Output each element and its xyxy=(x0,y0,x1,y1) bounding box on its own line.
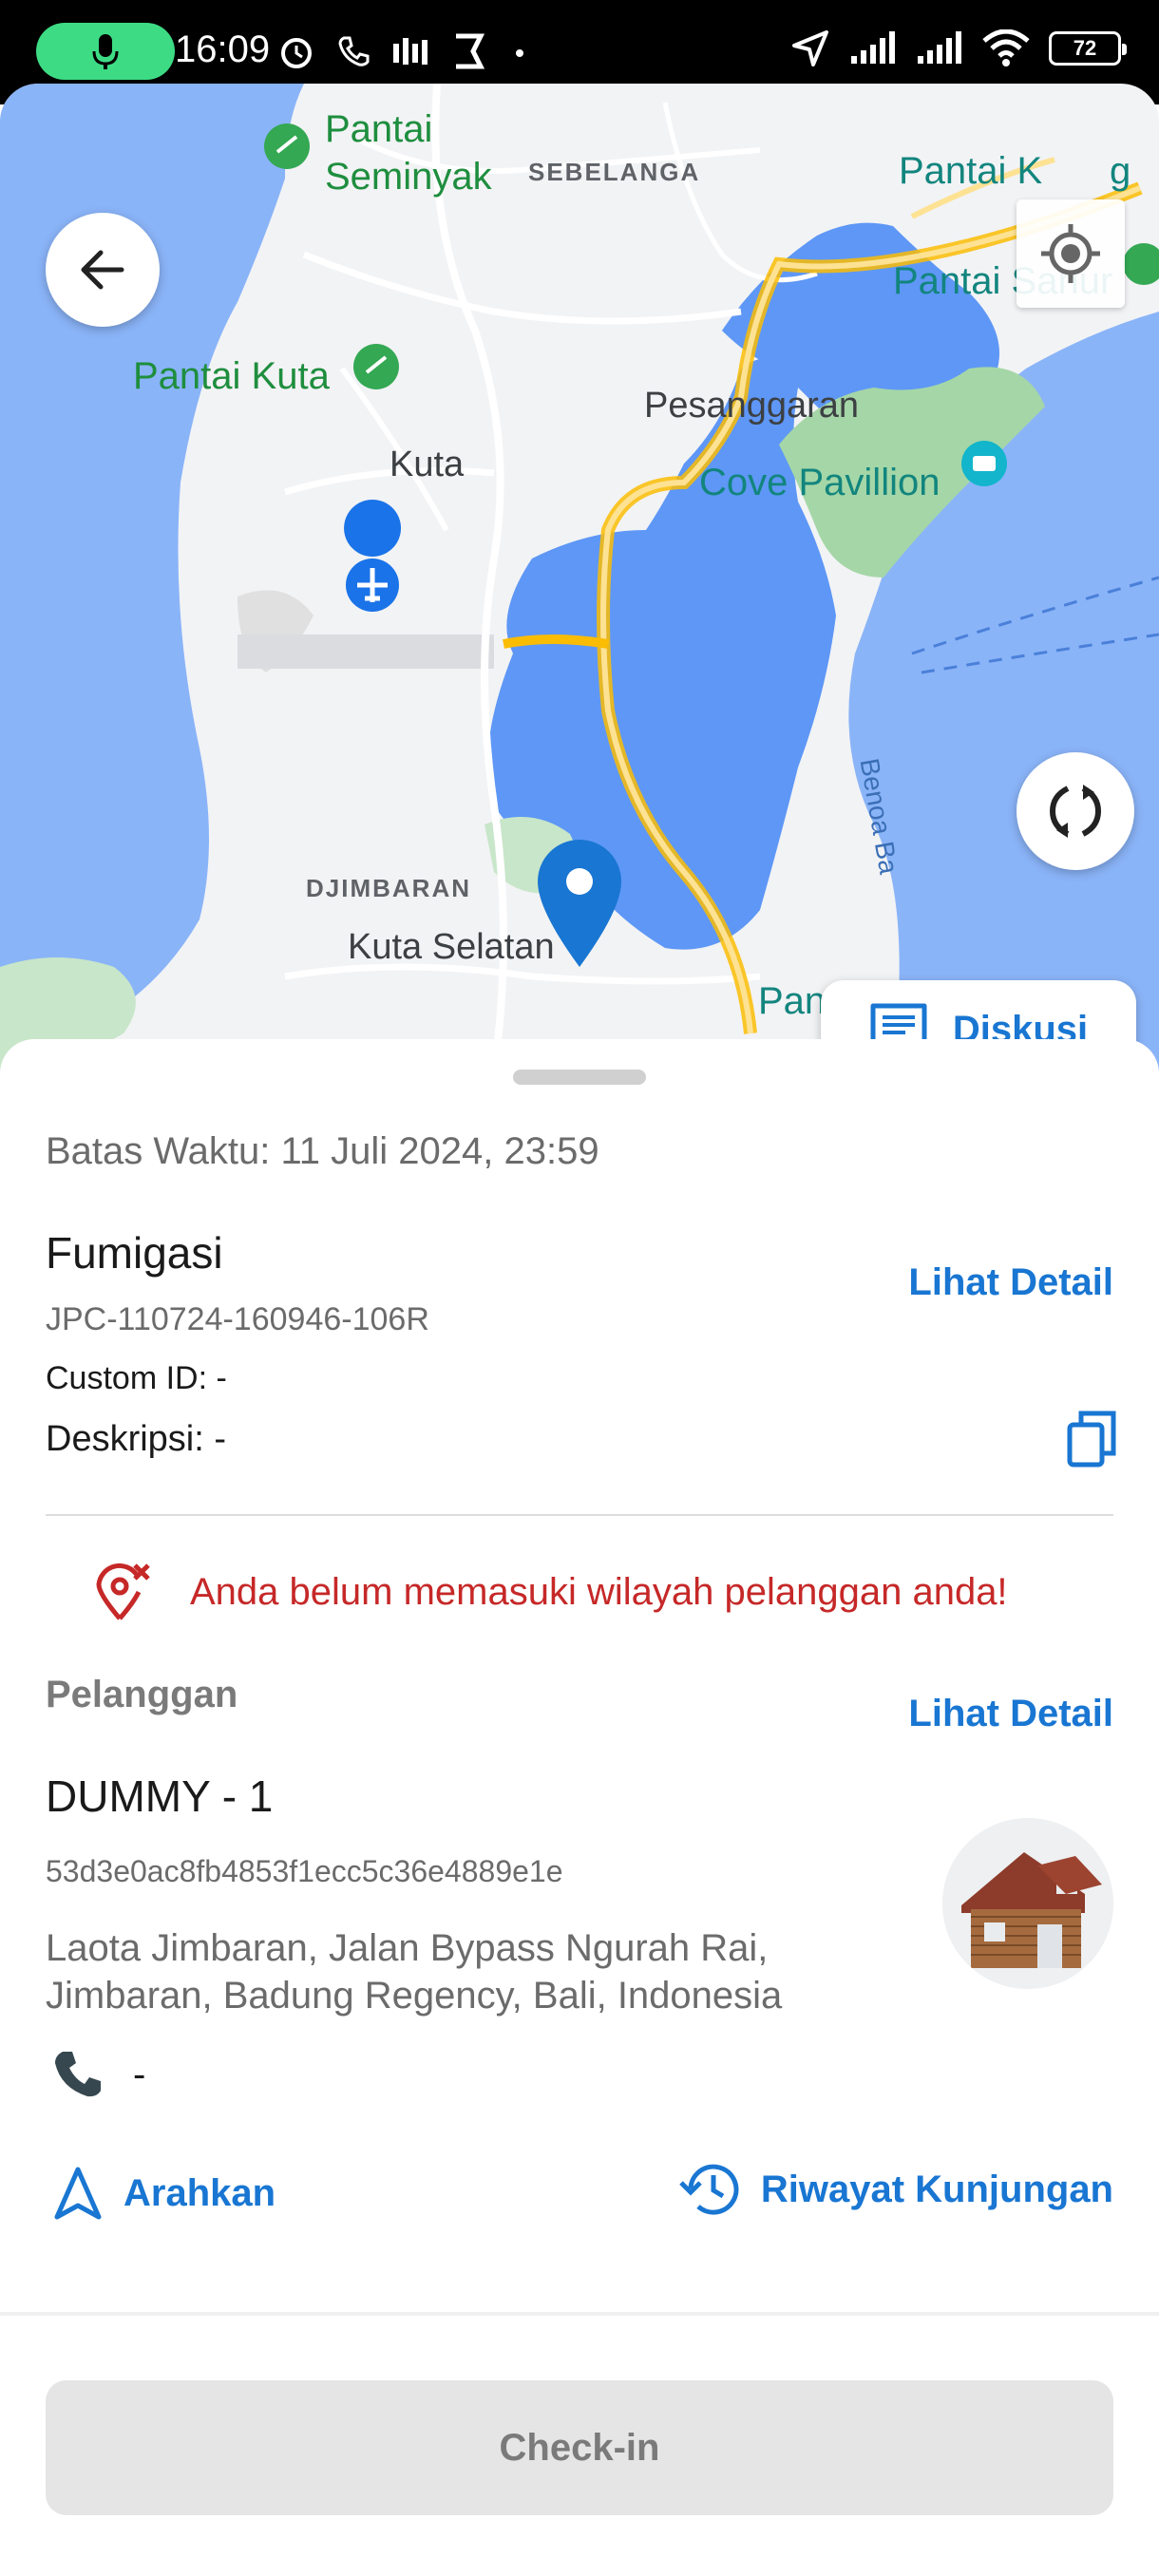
beach-pin-icon[interactable] xyxy=(264,123,310,169)
map-label: g xyxy=(1110,150,1131,192)
divider xyxy=(46,1514,1113,1516)
phone-number: - xyxy=(133,2053,146,2095)
beach-pin-icon[interactable] xyxy=(1123,243,1159,285)
my-location-button[interactable] xyxy=(1016,199,1125,308)
customer-id: 53d3e0ac8fb4853f1ecc5c36e4889e1e xyxy=(46,1854,563,1888)
phone-call-icon xyxy=(338,36,370,66)
copy-button[interactable] xyxy=(1066,1410,1117,1473)
beach-pin-icon[interactable] xyxy=(353,344,399,389)
deadline-text: Batas Waktu: 11 Juli 2024, 23:59 xyxy=(46,1130,599,1172)
status-time: 16:09 xyxy=(175,28,271,70)
map-view[interactable]: Pantai Seminyak SEBELANGA Pantai Kuta Ku… xyxy=(0,84,1159,1071)
task-code: JPC-110724-160946-106R xyxy=(46,1301,429,1337)
map-label: DJIMBARAN xyxy=(306,874,471,902)
history-icon xyxy=(679,2164,739,2215)
location-arrow-icon xyxy=(792,30,828,66)
phone-row[interactable]: - xyxy=(49,2046,145,2103)
sheet-drag-handle[interactable] xyxy=(513,1070,646,1085)
refresh-button[interactable] xyxy=(1016,752,1134,870)
description: Deskripsi: - xyxy=(46,1419,227,1459)
warning-text: Anda belum memasuki wilayah pelanggan an… xyxy=(190,1570,1008,1613)
map-label: Cove Pavillion xyxy=(699,462,940,503)
customer-section-label: Pelanggan xyxy=(46,1674,238,1715)
camera-pin-icon[interactable] xyxy=(961,441,1007,486)
notification-icon xyxy=(456,33,484,69)
refresh-icon xyxy=(1049,785,1102,838)
battery-icon: 72 xyxy=(1049,31,1127,66)
map-label: Pantai Kuta xyxy=(133,355,330,397)
visit-history-label: Riwayat Kunjungan xyxy=(760,2168,1113,2210)
custom-id: Custom ID: - xyxy=(46,1360,227,1396)
airport-pin-icon[interactable] xyxy=(344,500,402,616)
map-label: Pantai K xyxy=(899,150,1043,192)
navigation-icon xyxy=(54,2167,102,2220)
phone-icon xyxy=(55,2052,101,2097)
mic-indicator xyxy=(36,23,175,80)
map-label: SEBELANGA xyxy=(528,158,701,186)
task-title: Fumigasi xyxy=(46,1228,223,1278)
map-canvas[interactable] xyxy=(0,84,1159,1071)
signal-icon xyxy=(851,31,895,64)
divider xyxy=(0,2312,1159,2316)
customer-avatar xyxy=(942,1818,1113,1989)
dot-icon xyxy=(516,49,523,57)
customer-name: DUMMY - 1 xyxy=(46,1771,274,1821)
map-label: Kuta Selatan xyxy=(348,927,555,967)
visit-history-button[interactable]: Riwayat Kunjungan xyxy=(677,2160,1113,2219)
wifi-icon xyxy=(982,29,1030,66)
customer-detail-link[interactable]: Lihat Detail xyxy=(908,1693,1113,1735)
map-label: Kuta xyxy=(390,445,465,484)
directions-button[interactable]: Arahkan xyxy=(53,2166,276,2221)
location-off-icon xyxy=(96,1563,150,1620)
arrow-left-icon xyxy=(81,250,124,290)
alarm-icon xyxy=(281,38,312,68)
house-image xyxy=(942,1818,1113,1989)
back-button[interactable] xyxy=(46,213,160,327)
checkin-button[interactable]: Check-in xyxy=(46,2380,1113,2515)
task-detail-sheet: Batas Waktu: 11 Juli 2024, 23:59 Fumigas… xyxy=(0,1039,1159,2576)
crosshair-icon xyxy=(1041,224,1100,283)
map-label: Pesanggaran xyxy=(644,386,860,426)
copy-icon xyxy=(1067,1411,1116,1468)
directions-label: Arahkan xyxy=(124,2171,276,2214)
sound-icon xyxy=(393,38,428,65)
map-label: Pantai xyxy=(325,108,433,150)
task-detail-link[interactable]: Lihat Detail xyxy=(908,1261,1113,1304)
location-warning: Anda belum memasuki wilayah pelanggan an… xyxy=(91,1560,1008,1624)
mic-icon xyxy=(92,34,119,69)
signal-icon xyxy=(918,31,961,64)
customer-address: Laota Jimbaran, Jalan Bypass Ngurah Rai,… xyxy=(46,1927,783,2017)
map-label: Seminyak xyxy=(325,156,492,198)
